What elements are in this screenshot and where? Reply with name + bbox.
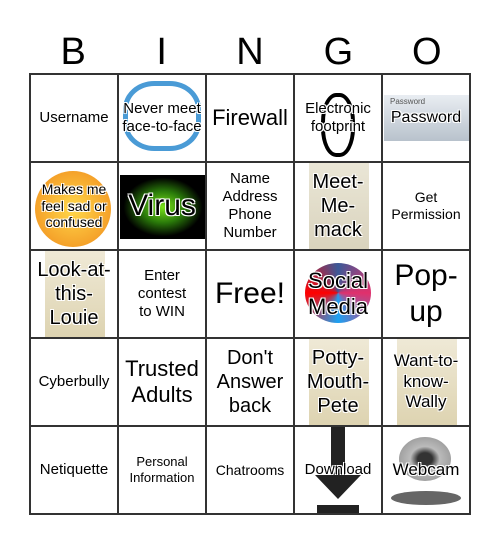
cell-meet-me-mack[interactable]: Meet-Me-mack bbox=[294, 162, 382, 250]
cell-free[interactable]: Free! bbox=[206, 250, 294, 338]
cell-webcam[interactable]: Webcam bbox=[382, 426, 470, 514]
cell-social-media[interactable]: Social Media bbox=[294, 250, 382, 338]
cell-potty-mouth-pete[interactable]: Potty-Mouth-Pete bbox=[294, 338, 382, 426]
cell-electronic-footprint[interactable]: Electronic footprint bbox=[294, 74, 382, 162]
cell-chatrooms[interactable]: Chatrooms bbox=[206, 426, 294, 514]
header-letter-b: B bbox=[60, 31, 86, 73]
header-letter-o: O bbox=[412, 31, 442, 73]
cell-name-address[interactable]: Name Address Phone Number bbox=[206, 162, 294, 250]
header-letter-n: N bbox=[236, 31, 264, 73]
cell-trusted-adults[interactable]: Trusted Adults bbox=[118, 338, 206, 426]
cell-pop-up[interactable]: Pop-up bbox=[382, 250, 470, 338]
cell-virus[interactable]: Virus bbox=[118, 162, 206, 250]
cell-username[interactable]: Username bbox=[30, 74, 118, 162]
cell-password[interactable]: Password Password bbox=[382, 74, 470, 162]
webcam-base bbox=[391, 491, 461, 505]
cell-firewall[interactable]: Firewall bbox=[206, 74, 294, 162]
bingo-grid: Username Never meet face-to-face Firewal… bbox=[29, 73, 471, 515]
header-letter-g: G bbox=[323, 31, 354, 73]
cell-get-permission[interactable]: Get Permission bbox=[382, 162, 470, 250]
cell-personal-information[interactable]: Personal Information bbox=[118, 426, 206, 514]
cell-netiquette[interactable]: Netiquette bbox=[30, 426, 118, 514]
cell-look-at-this-louie[interactable]: Look-at-this-Louie bbox=[30, 250, 118, 338]
cell-dont-answer-back[interactable]: Don't Answer back bbox=[206, 338, 294, 426]
cell-download[interactable]: Download bbox=[294, 426, 382, 514]
cell-makes-me-sad[interactable]: Makes me feel sad or confused bbox=[30, 162, 118, 250]
download-base-icon bbox=[317, 505, 359, 513]
cell-want-to-know-wally[interactable]: Want-to-know-Wally bbox=[382, 338, 470, 426]
header-letter-i: I bbox=[156, 31, 167, 73]
cell-never-meet[interactable]: Never meet face-to-face bbox=[118, 74, 206, 162]
cell-enter-contest[interactable]: Enter contest to WIN bbox=[118, 250, 206, 338]
bingo-header: B I N G O bbox=[29, 30, 471, 74]
cell-cyberbully[interactable]: Cyberbully bbox=[30, 338, 118, 426]
